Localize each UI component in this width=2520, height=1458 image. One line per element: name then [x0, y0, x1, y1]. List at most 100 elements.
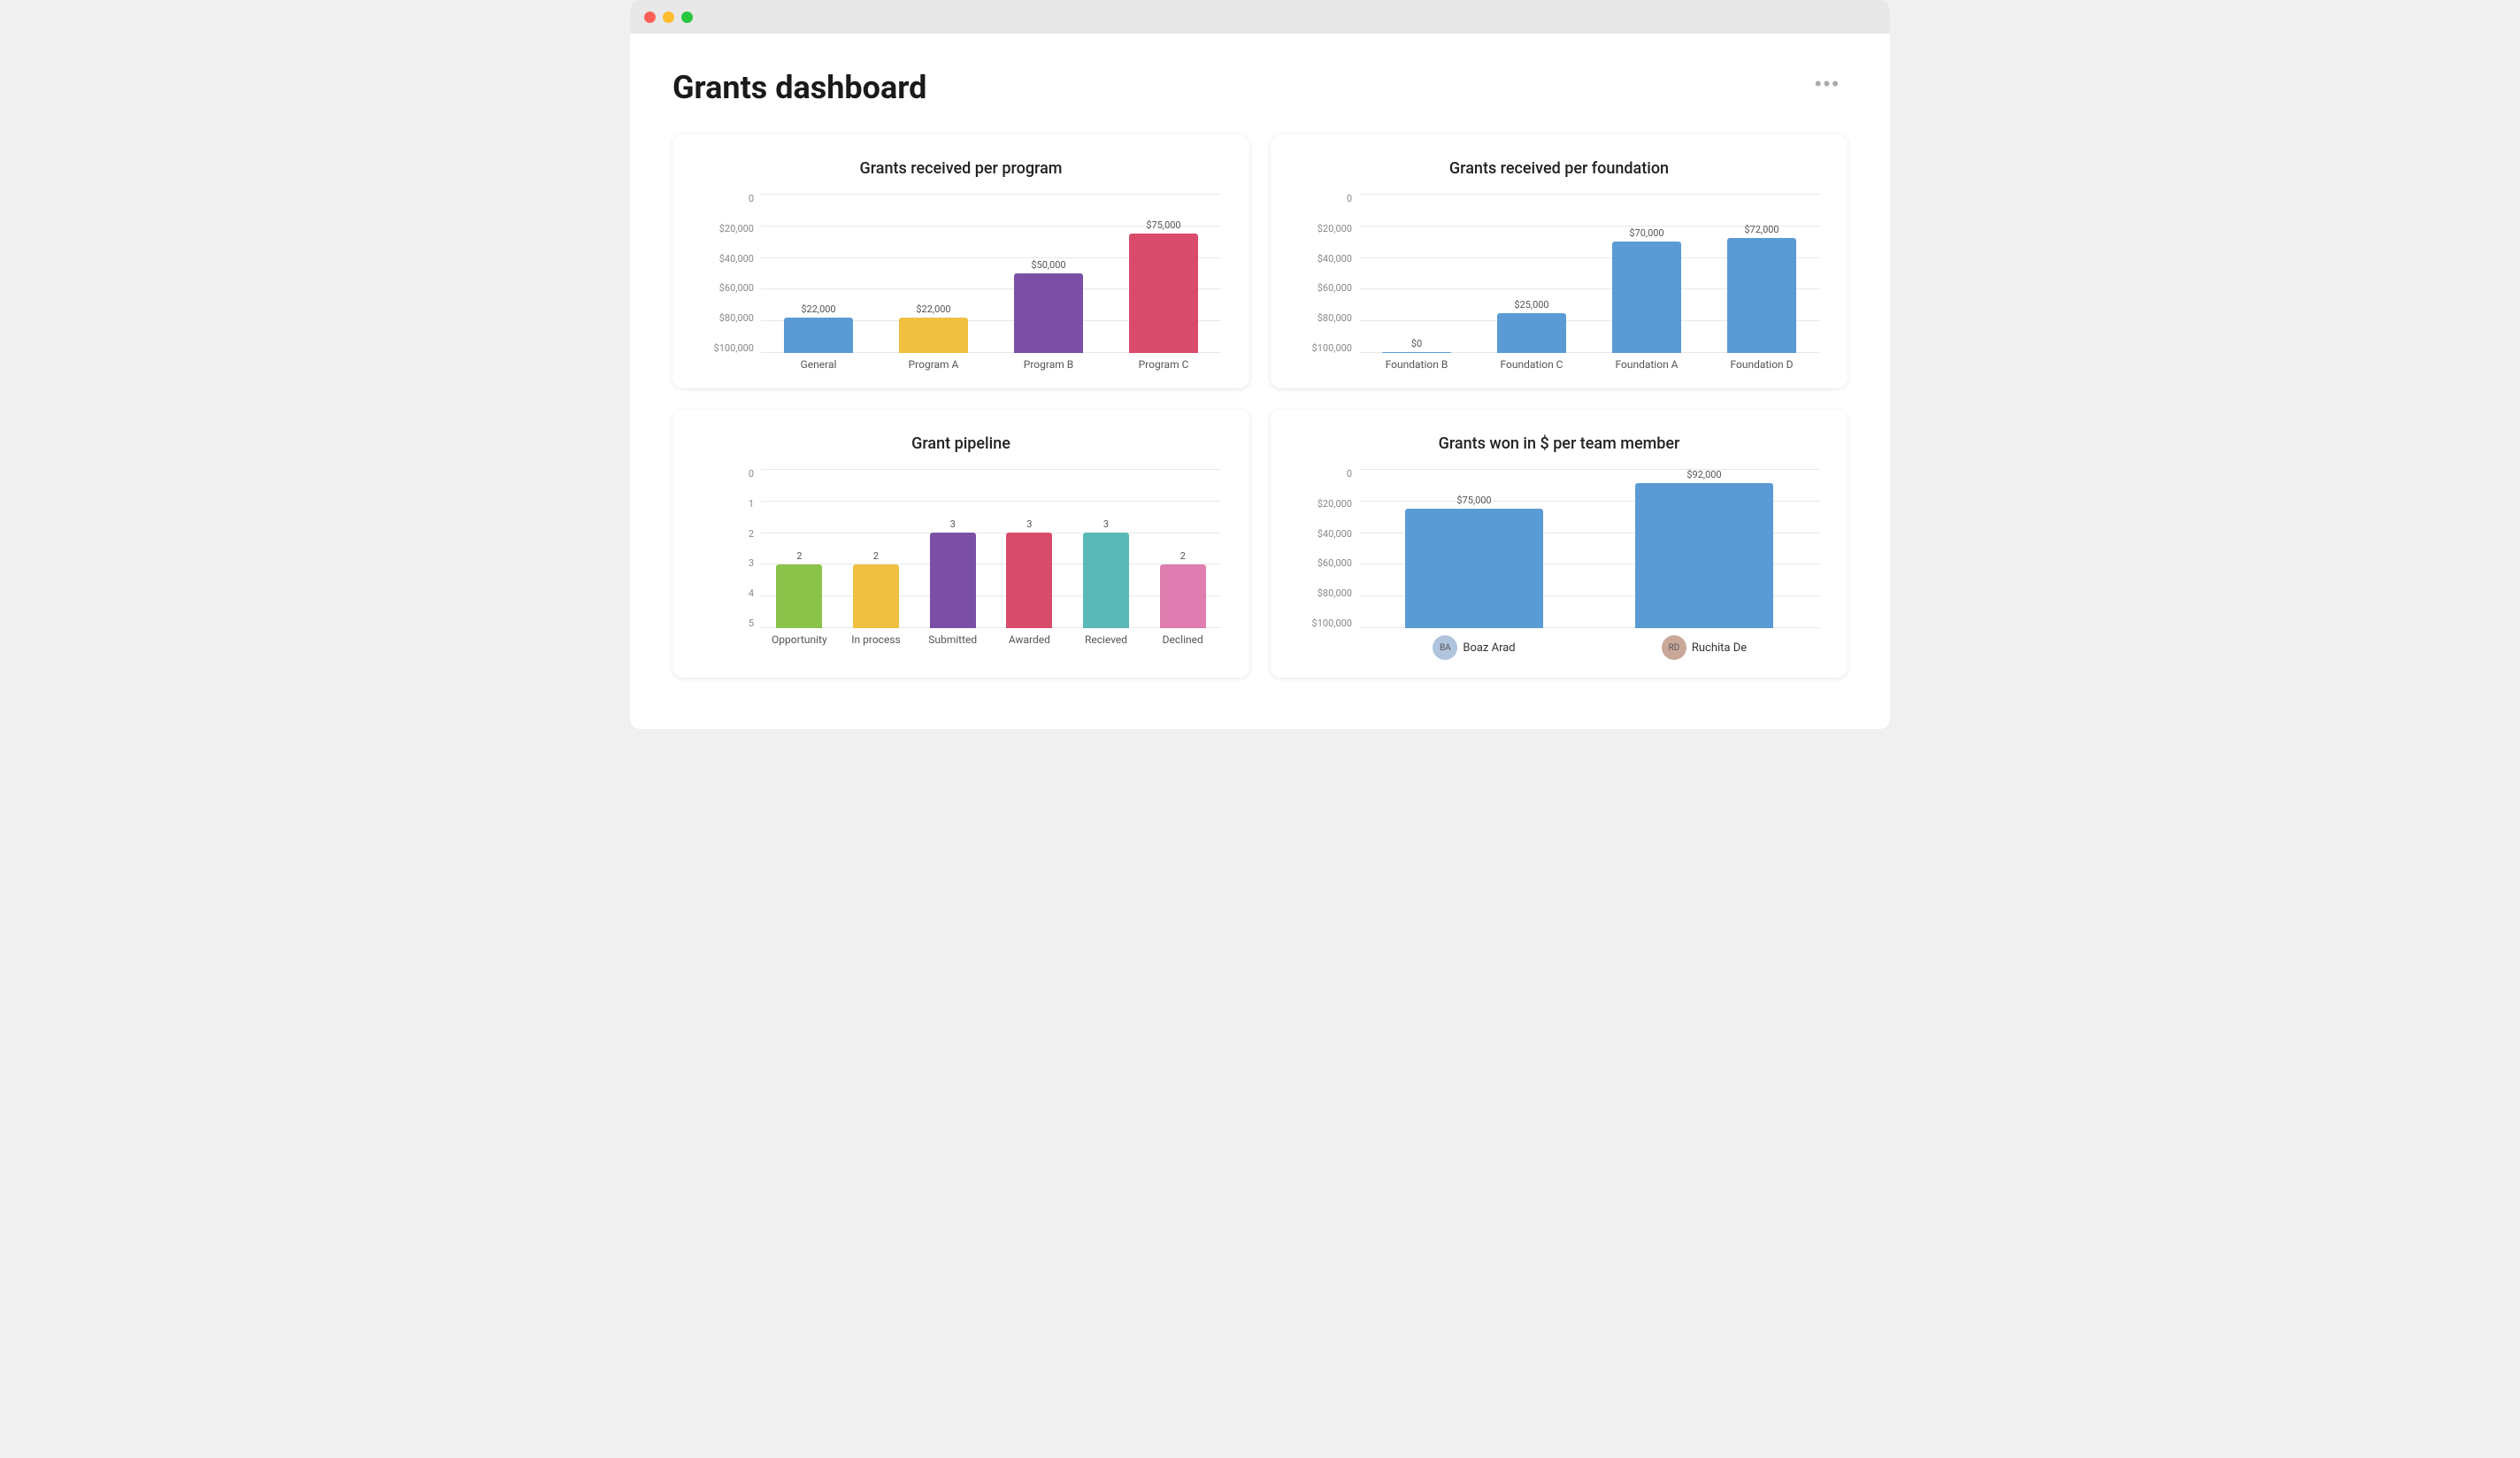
bar-value-label: 2	[873, 550, 879, 562]
bar-group: $22,000	[876, 194, 991, 353]
x-axis-label: General	[761, 358, 876, 371]
bar	[1727, 238, 1796, 353]
chart-body-foundation: $0$25,000$70,000$72,000 Foundation BFoun…	[1359, 194, 1819, 371]
x-axis-label: Program C	[1106, 358, 1221, 371]
bar-value-label: $25,000	[1514, 299, 1548, 311]
bar-value-label: $22,000	[916, 303, 950, 315]
x-axis-label: RD Ruchita De	[1589, 628, 1819, 660]
bar-group: $25,000	[1474, 194, 1589, 353]
x-axis-label: Declined	[1144, 633, 1221, 646]
y-axis-label: $60,000	[1299, 558, 1352, 568]
x-axis-label: Foundation D	[1704, 358, 1819, 371]
bar-value-label: $75,000	[1146, 219, 1180, 231]
bar	[1006, 533, 1052, 628]
member-name: Boaz Arad	[1463, 641, 1515, 655]
y-axis-pipeline: 543210	[701, 469, 754, 628]
bar-group: $72,000	[1704, 194, 1819, 353]
titlebar	[630, 0, 1890, 34]
y-axis-label: $40,000	[701, 254, 754, 264]
chart-body-member: $75,000 $92,000 BA Boaz Arad RD Ruchita De	[1359, 469, 1819, 660]
bar	[1497, 313, 1566, 353]
y-axis-label: $20,000	[1299, 499, 1352, 509]
avatar: BA	[1433, 635, 1457, 660]
bar	[784, 318, 853, 353]
bar	[1083, 533, 1129, 628]
x-axis-label: Recieved	[1068, 633, 1145, 646]
x-axis-label: Awarded	[991, 633, 1068, 646]
bar	[930, 533, 976, 628]
y-axis-label: 0	[1299, 469, 1352, 479]
grants-per-program-chart: $100,000 $80,000 $60,000 $40,000 $20,000 0 $2…	[701, 194, 1221, 371]
page-header: Grants dashboard •••	[672, 69, 1848, 106]
grants-per-member-chart: $100,000 $80,000 $60,000 $40,000 $20,000 0 $7…	[1299, 469, 1819, 660]
y-axis-label: $80,000	[1299, 588, 1352, 598]
y-axis-label: $60,000	[701, 283, 754, 293]
grants-per-member-card: Grants won in $ per team member $100,000…	[1271, 410, 1848, 678]
bar	[1612, 242, 1681, 353]
bar	[1405, 509, 1543, 628]
bar-value-label: 3	[1026, 518, 1032, 530]
bar-value-label: $0	[1411, 338, 1422, 349]
bar-value-label: $70,000	[1629, 227, 1663, 239]
bar-group: 2	[1144, 469, 1221, 628]
bar-value-label: 2	[1180, 550, 1186, 562]
bar-group: $75,000	[1106, 194, 1221, 353]
bar-value-label: $72,000	[1744, 224, 1779, 235]
bar-group: 2	[761, 469, 838, 628]
y-axis-label: $100,000	[1299, 618, 1352, 628]
x-axis-label: BA Boaz Arad	[1359, 628, 1589, 660]
grants-per-foundation-title: Grants received per foundation	[1299, 159, 1819, 178]
app-window: Grants dashboard ••• Grants received per…	[630, 0, 1890, 729]
x-axis-label: Program B	[991, 358, 1106, 371]
maximize-dot[interactable]	[681, 12, 693, 23]
y-axis-label: 0	[701, 469, 754, 479]
y-axis-label: 0	[1299, 194, 1352, 203]
bar	[1382, 352, 1451, 353]
close-dot[interactable]	[644, 12, 656, 23]
x-axis-label: Opportunity	[761, 633, 838, 646]
y-axis-label: $80,000	[1299, 313, 1352, 323]
y-axis-label: 0	[701, 194, 754, 203]
grants-per-member-title: Grants won in $ per team member	[1299, 434, 1819, 453]
main-content: Grants dashboard ••• Grants received per…	[630, 34, 1890, 729]
y-axis-label: $20,000	[701, 224, 754, 234]
more-options-button[interactable]: •••	[1808, 69, 1848, 99]
bar-value-label: $92,000	[1686, 469, 1721, 480]
bar-value-label: $22,000	[801, 303, 835, 315]
y-axis-label: $80,000	[701, 313, 754, 323]
bar	[1014, 273, 1083, 353]
x-axis-label: Submitted	[914, 633, 991, 646]
grants-per-program-title: Grants received per program	[701, 159, 1221, 178]
minimize-dot[interactable]	[663, 12, 674, 23]
grants-per-program-card: Grants received per program $100,000 $80,…	[672, 134, 1249, 388]
bar-value-label: $75,000	[1456, 495, 1491, 506]
y-axis-label: $20,000	[1299, 224, 1352, 234]
y-axis-label: $40,000	[1299, 529, 1352, 539]
avatar: RD	[1662, 635, 1686, 660]
y-axis-label: $100,000	[1299, 343, 1352, 353]
grants-per-foundation-card: Grants received per foundation $100,000 $…	[1271, 134, 1848, 388]
bar-value-label: 3	[1103, 518, 1109, 530]
x-axis-label: Foundation C	[1474, 358, 1589, 371]
x-axis-label: Program A	[876, 358, 991, 371]
bar-group: $0	[1359, 194, 1474, 353]
grant-pipeline-title: Grant pipeline	[701, 434, 1221, 453]
page-title: Grants dashboard	[672, 69, 926, 106]
bar-group: $50,000	[991, 194, 1106, 353]
bar-group: 3	[1068, 469, 1145, 628]
bar	[1635, 483, 1773, 628]
y-axis-member: $100,000 $80,000 $60,000 $40,000 $20,000 0	[1299, 469, 1352, 628]
y-axis-label: $100,000	[701, 343, 754, 353]
bar-group: $75,000	[1359, 469, 1589, 628]
bar-value-label: $50,000	[1031, 259, 1065, 271]
x-axis-label: Foundation A	[1589, 358, 1704, 371]
y-axis-label: 1	[701, 499, 754, 509]
bar	[776, 564, 822, 628]
member-name: Ruchita De	[1692, 641, 1747, 655]
bar-group: $22,000	[761, 194, 876, 353]
bar-value-label: 2	[796, 550, 802, 562]
bar-value-label: 3	[950, 518, 956, 530]
x-axis-label: Foundation B	[1359, 358, 1474, 371]
bar	[899, 318, 968, 353]
bar	[1129, 234, 1198, 353]
